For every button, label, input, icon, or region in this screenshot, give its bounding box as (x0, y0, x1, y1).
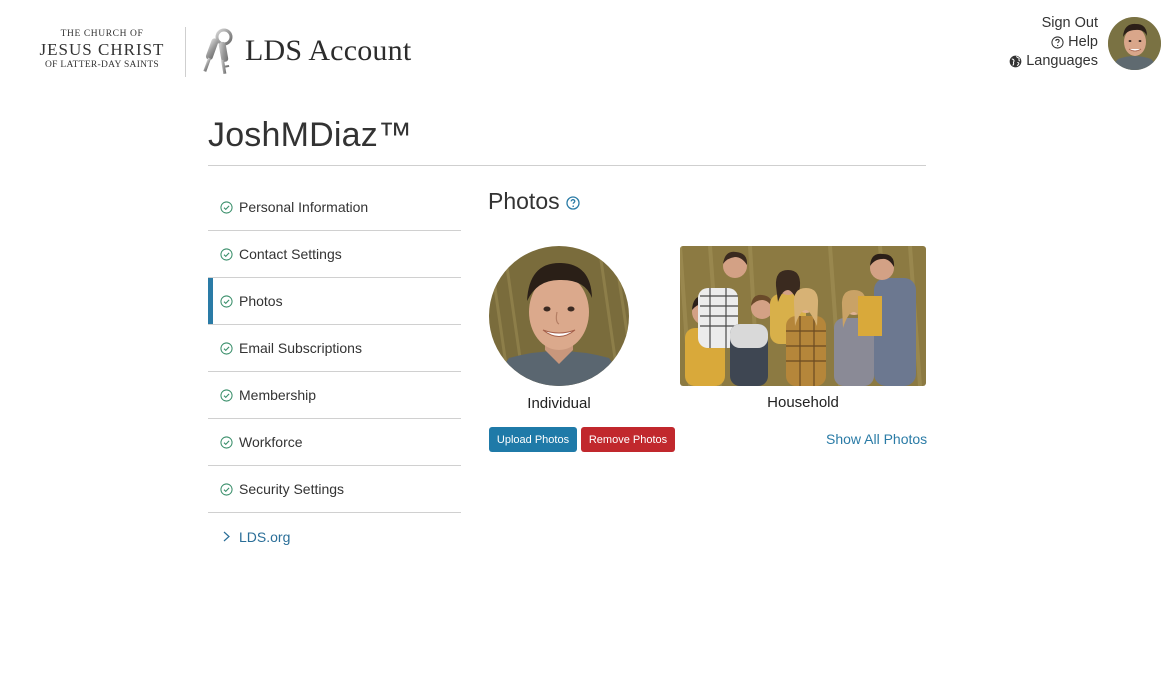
church-logo-line2: JESUS CHRIST (39, 40, 165, 59)
sidebar-item-personal-information[interactable]: Personal Information (208, 184, 461, 231)
check-circle-icon (220, 247, 233, 261)
sidebar-item-label: Contact Settings (239, 246, 342, 262)
section-title-text: Photos (488, 188, 560, 214)
sign-out-label[interactable]: Sign Out (1042, 14, 1098, 33)
church-logo[interactable]: THE CHURCH OF JESUS CHRIST OF LATTER-DAY… (36, 28, 168, 71)
show-all-photos-link[interactable]: Show All Photos (826, 431, 927, 447)
help-link[interactable]: Help (1009, 33, 1098, 52)
sidebar-item-contact-settings[interactable]: Contact Settings (208, 231, 461, 278)
sidebar-item-label: Photos (239, 293, 283, 309)
sidebar-item-security-settings[interactable]: Security Settings (208, 466, 461, 513)
keys-icon (203, 28, 233, 75)
sidebar-item-workforce[interactable]: Workforce (208, 419, 461, 466)
help-icon[interactable] (565, 196, 580, 210)
check-circle-icon (220, 341, 233, 355)
avatar-photo-illustration (1108, 17, 1161, 70)
sidebar-item-email-subscriptions[interactable]: Email Subscriptions (208, 325, 461, 372)
individual-photo[interactable] (489, 246, 629, 386)
remove-photos-button[interactable]: Remove Photos (581, 427, 675, 452)
church-logo-line1: THE CHURCH OF (60, 29, 144, 39)
section-title-photos: Photos (488, 188, 580, 215)
check-circle-icon (220, 294, 233, 308)
help-label[interactable]: Help (1068, 33, 1098, 52)
sign-out-link[interactable]: Sign Out (1009, 14, 1098, 33)
household-photo-illustration (680, 246, 926, 386)
sidebar-nav: Personal Information Contact Settings Ph… (208, 184, 461, 560)
individual-photo-caption: Individual (527, 395, 591, 412)
user-avatar[interactable] (1108, 17, 1161, 70)
check-circle-icon (220, 482, 233, 496)
household-photo-caption: Household (767, 394, 839, 411)
chevron-right-icon (223, 531, 230, 542)
household-photo[interactable] (680, 246, 926, 386)
church-logo-line3: OF LATTER-DAY SAINTS (44, 60, 160, 70)
top-links: Sign Out Help Languages (1009, 14, 1098, 71)
check-circle-icon (220, 200, 233, 214)
check-circle-icon (220, 435, 233, 449)
languages-link[interactable]: Languages (1009, 52, 1098, 71)
sidebar-item-label: Membership (239, 387, 317, 403)
sidebar-item-membership[interactable]: Membership (208, 372, 461, 419)
sidebar-item-label: Workforce (239, 434, 303, 450)
title-divider (208, 165, 926, 166)
sidebar-item-label: Personal Information (239, 199, 369, 215)
sidebar-link-ldsorg[interactable]: LDS.org (208, 513, 461, 560)
sidebar-item-label: Email Subscriptions (239, 340, 362, 356)
brand-title[interactable]: LDS Account (245, 34, 411, 68)
upload-photos-button[interactable]: Upload Photos (489, 427, 577, 452)
check-circle-icon (220, 388, 233, 402)
globe-icon (1009, 55, 1022, 68)
individual-photo-illustration (489, 246, 629, 386)
sidebar-item-label: Security Settings (239, 481, 345, 497)
page-title-username: JoshMDiaz™ (208, 116, 413, 154)
languages-label[interactable]: Languages (1026, 52, 1098, 71)
sidebar-link-label[interactable]: LDS.org (239, 529, 290, 545)
logo-divider (185, 27, 186, 77)
sidebar-item-photos[interactable]: Photos (208, 278, 461, 325)
question-circle-icon (1051, 36, 1064, 49)
